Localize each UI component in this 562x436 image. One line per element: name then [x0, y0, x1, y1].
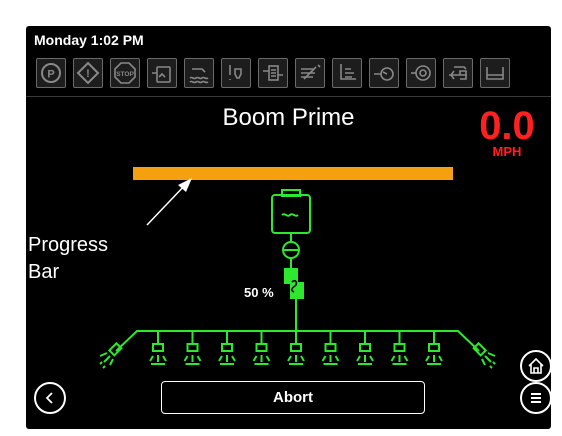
nozzle-icon: [287, 331, 305, 365]
nozzle-group: [149, 331, 443, 365]
nozzle-icon: [218, 331, 236, 365]
nozzle-icon: [252, 331, 271, 365]
nozzle-icon: [390, 331, 409, 365]
callout-line2: Bar: [28, 261, 60, 283]
menu-icon: [531, 393, 541, 403]
nozzle-icon: [425, 331, 443, 365]
pump-percent-label: 50 %: [244, 285, 274, 300]
back-arrow-icon: [45, 392, 53, 404]
tank-liquid-icon: [281, 213, 299, 217]
plumbing-diagram: [99, 189, 496, 369]
home-button[interactable]: [520, 350, 552, 382]
nozzle-icon: [183, 331, 202, 365]
boom-line: [115, 330, 480, 352]
abort-button[interactable]: Abort: [161, 381, 425, 414]
callout-label: • Progress Bar: [17, 232, 109, 286]
right-end-nozzle-icon: [472, 341, 496, 369]
left-end-nozzle-icon: [99, 341, 123, 369]
back-button[interactable]: [34, 382, 66, 414]
pump-valve-icon: [284, 268, 304, 299]
nozzle-icon: [149, 331, 167, 365]
nozzle-icon: [356, 331, 374, 365]
callout-line1: Progress: [28, 234, 109, 256]
tank-cap: [281, 189, 301, 197]
display-screen: Monday 1:02 PM P ! STOP Boom Prime 0.0 M…: [26, 26, 552, 429]
callout-bullet: •: [17, 234, 25, 256]
menu-button[interactable]: [520, 382, 552, 414]
nozzle-icon: [321, 331, 340, 365]
home-icon: [528, 357, 544, 374]
